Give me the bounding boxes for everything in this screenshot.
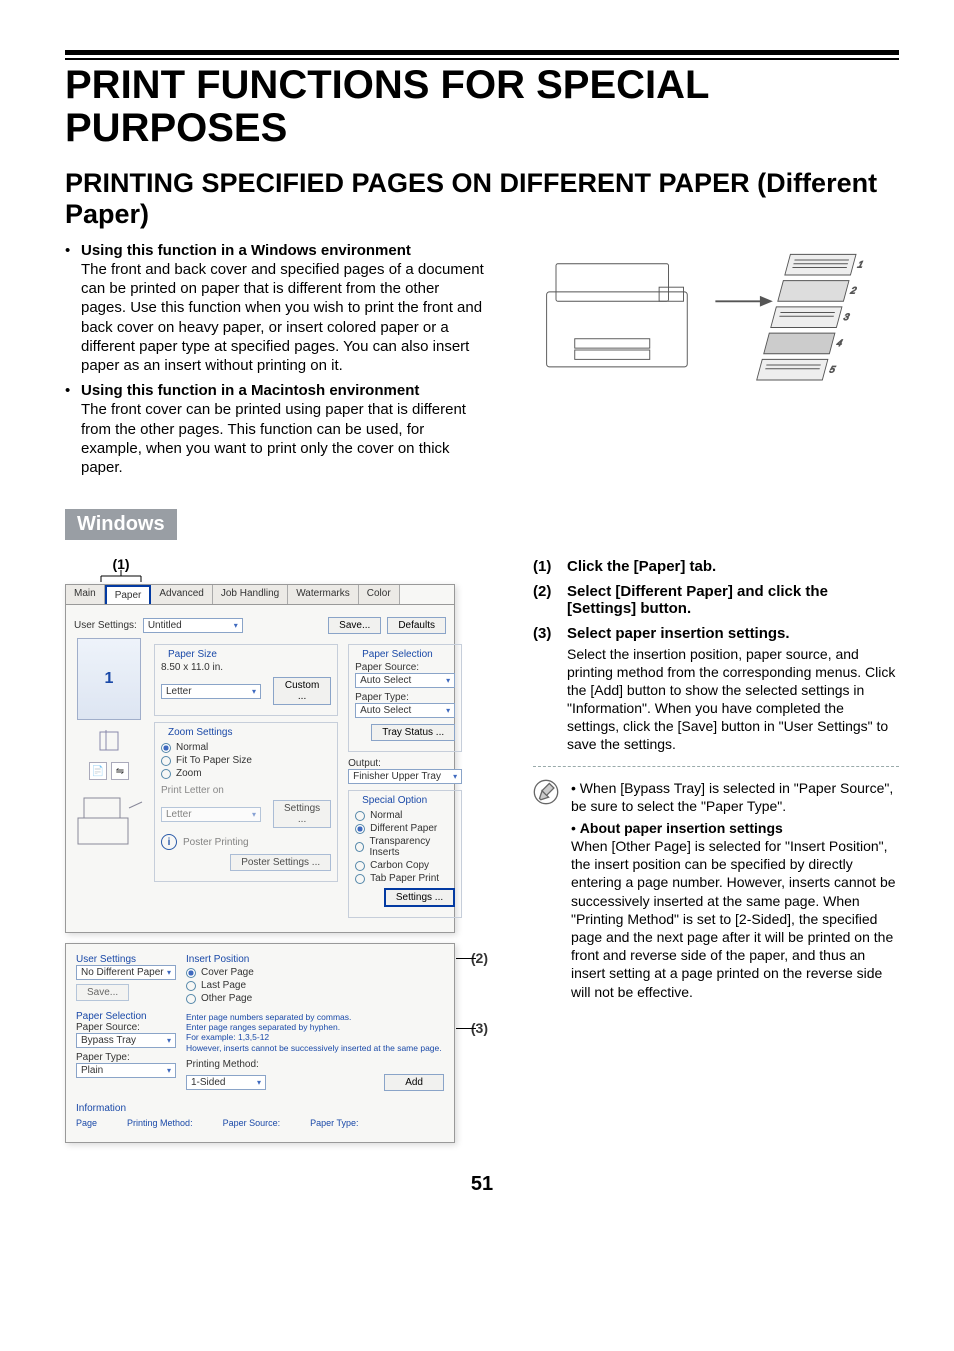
- svg-text:4: 4: [835, 338, 843, 349]
- step-2: (2) Select [Different Paper] and click t…: [533, 583, 899, 617]
- so-different-paper[interactable]: Different Paper: [355, 823, 455, 834]
- paper-size-fieldset: Paper Size 8.50 x 11.0 in. Letter▾ Custo…: [154, 644, 338, 716]
- orientation-icon[interactable]: 📄: [89, 762, 107, 780]
- tab-advanced[interactable]: Advanced: [151, 585, 212, 604]
- step-1: (1) Click the [Paper] tab.: [533, 558, 899, 575]
- poster-settings-button[interactable]: Poster Settings ...: [230, 854, 331, 871]
- chevron-down-icon: ▾: [252, 687, 256, 696]
- bullet-windows: • Using this function in a Windows envir…: [65, 241, 485, 375]
- zoom-fieldset: Zoom Settings Normal Fit To Paper Size Z…: [154, 722, 338, 882]
- paper-selection-fieldset: Paper Selection Paper Source: Auto Selec…: [348, 644, 462, 752]
- bullet-body-mac: The front cover can be printed using pap…: [81, 401, 466, 476]
- platform-windows-badge: Windows: [65, 509, 177, 540]
- so-tab[interactable]: Tab Paper Print: [355, 873, 455, 884]
- svg-text:3: 3: [842, 312, 851, 323]
- svg-text:1: 1: [856, 259, 864, 270]
- tray-diagram-icon: [74, 788, 144, 848]
- user-settings-label: User Settings:: [74, 620, 137, 631]
- zoom-normal[interactable]: Normal: [161, 742, 331, 753]
- dp-add-button[interactable]: Add: [384, 1074, 444, 1091]
- dp-paper-type-select[interactable]: Plain▾: [76, 1063, 176, 1078]
- ip-last[interactable]: Last Page: [186, 980, 444, 991]
- pencil-note-icon: [533, 779, 559, 1001]
- paper-source-select[interactable]: Auto Select▾: [355, 673, 455, 688]
- bullet-body-win: The front and back cover and specified p…: [81, 261, 484, 374]
- tip-about-body: When [Other Page] is selected for "Inser…: [571, 837, 899, 1001]
- different-paper-dialog: (2) (3) User Settings No Different Paper…: [65, 943, 455, 1143]
- tab-paper[interactable]: Paper: [105, 585, 152, 604]
- duplex-icon[interactable]: ⇋: [111, 762, 129, 780]
- printer-illustration: 1 2 3 4 5: [513, 245, 899, 400]
- svg-text:2: 2: [848, 286, 858, 297]
- special-option-fieldset: Special Option Normal Different Paper Tr…: [348, 790, 462, 918]
- defaults-button[interactable]: Defaults: [387, 617, 446, 634]
- info-icon: i: [161, 834, 177, 850]
- ip-other[interactable]: Other Page: [186, 993, 444, 1004]
- staple-icon: [96, 728, 122, 754]
- user-settings-select[interactable]: Untitled▾: [143, 618, 243, 633]
- driver-paper-dialog: Main Paper Advanced Job Handling Waterma…: [65, 584, 455, 933]
- paper-type-select[interactable]: Auto Select▾: [355, 703, 455, 718]
- bullet-mac: • Using this function in a Macintosh env…: [65, 381, 485, 477]
- dp-print-method-select[interactable]: 1-Sided▾: [186, 1075, 266, 1090]
- print-on-select: Letter▾: [161, 807, 261, 822]
- so-transparency[interactable]: Transparency Inserts: [355, 836, 455, 858]
- dp-user-settings-select[interactable]: No Different Paper▾: [76, 965, 176, 980]
- tab-watermarks[interactable]: Watermarks: [288, 585, 359, 604]
- special-settings-button[interactable]: Settings ...: [384, 888, 455, 907]
- so-normal[interactable]: Normal: [355, 810, 455, 821]
- tab-color[interactable]: Color: [359, 585, 400, 604]
- tip-bypass: When [Bypass Tray] is selected in "Paper…: [571, 780, 893, 814]
- dashed-separator: [533, 766, 899, 767]
- ip-cover[interactable]: Cover Page: [186, 967, 444, 978]
- tab-main[interactable]: Main: [66, 585, 105, 604]
- page-preview: 1: [77, 638, 141, 720]
- save-button[interactable]: Save...: [328, 617, 381, 634]
- page-number: 51: [65, 1173, 899, 1196]
- tray-status-button[interactable]: Tray Status ...: [371, 724, 455, 741]
- zoom-settings-button[interactable]: Settings ...: [273, 800, 331, 828]
- zoom-zoom[interactable]: Zoom: [161, 768, 331, 779]
- preview-pane: 1 📄 ⇋: [74, 638, 144, 924]
- custom-button[interactable]: Custom ...: [273, 677, 331, 705]
- section-title: PRINTING SPECIFIED PAGES ON DIFFERENT PA…: [65, 168, 899, 228]
- chevron-down-icon: ▾: [234, 621, 238, 630]
- tip-about-title: About paper insertion settings: [580, 820, 783, 836]
- output-select[interactable]: Finisher Upper Tray▾: [348, 769, 462, 784]
- step-3: (3) Select paper insertion settings. Sel…: [533, 625, 899, 753]
- top-rule: [65, 50, 899, 60]
- so-carbon[interactable]: Carbon Copy: [355, 860, 455, 871]
- tab-job-handling[interactable]: Job Handling: [213, 585, 288, 604]
- dp-save-button[interactable]: Save...: [76, 984, 129, 1001]
- zoom-fit[interactable]: Fit To Paper Size: [161, 755, 331, 766]
- bullet-title-win: Using this function in a Windows environ…: [81, 242, 411, 259]
- svg-text:5: 5: [828, 364, 837, 375]
- paper-size-select[interactable]: Letter▾: [161, 684, 261, 699]
- dp-paper-source-select[interactable]: Bypass Tray▾: [76, 1033, 176, 1048]
- page-title: PRINT FUNCTIONS FOR SPECIAL PURPOSES: [65, 64, 899, 150]
- bullet-title-mac: Using this function in a Macintosh envir…: [81, 382, 419, 399]
